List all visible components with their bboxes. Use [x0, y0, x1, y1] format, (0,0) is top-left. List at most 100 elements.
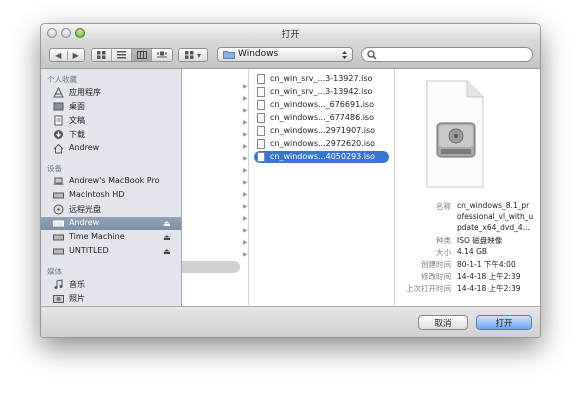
sidebar-item-untitled[interactable]: UNTITLED ⏏	[41, 245, 181, 258]
file-item[interactable]: cn_win_srv_...3-13942.iso	[254, 86, 389, 98]
iso-file-icon	[257, 126, 265, 136]
meta-key: 修改时间	[421, 272, 451, 281]
open-button[interactable]: 打开	[476, 315, 532, 330]
coverflow-view-icon	[157, 51, 167, 58]
applications-icon	[53, 87, 64, 98]
sidebar-section-devices: 设备	[47, 164, 62, 173]
meta-value: 14-4-18 上午2:39	[457, 284, 521, 293]
file-name: cn_windows...2972620.iso	[270, 139, 376, 148]
drive-icon	[53, 248, 64, 255]
sidebar-item-photos[interactable]: 照片	[41, 292, 181, 305]
sidebar-item-label: 文稿	[69, 116, 85, 125]
disk-image-preview-icon	[426, 80, 484, 188]
file-name: cn_win_srv_...3-13942.iso	[270, 87, 373, 96]
desktop-icon	[53, 102, 64, 111]
disclosure-arrow-icon: ▶	[243, 251, 248, 258]
disclosure-arrow-icon: ▶	[243, 95, 248, 102]
file-item-selected[interactable]: cn_windows...4050293.iso	[254, 151, 389, 163]
file-item[interactable]: cn_windows..._677486.iso	[254, 112, 389, 124]
list-view-icon	[117, 51, 126, 59]
eject-icon[interactable]: ⏏	[163, 233, 171, 242]
sidebar-item-macbook[interactable]: Andrew's MacBook Pro	[41, 175, 181, 188]
meta-value: 80-1-1 下午4:00	[457, 260, 516, 269]
sidebar-item-label: Macintosh HD	[69, 190, 125, 199]
cancel-button[interactable]: 取消	[418, 315, 468, 330]
sidebar-item-label: 音乐	[69, 280, 85, 289]
open-dialog: 打开 ◀ ▶ ▾ Windows 个人收藏 应用程序 桌面 文稿 下载 Andr…	[40, 23, 541, 338]
file-item[interactable]: cn_windows..._676691.iso	[254, 99, 389, 111]
sidebar-item-label: 照片	[69, 294, 85, 303]
iso-file-icon	[257, 87, 265, 97]
title-bar: 打开	[41, 24, 540, 42]
column-view-icon	[136, 51, 147, 59]
horizontal-scrollbar[interactable]	[182, 261, 240, 273]
sidebar-item-label: 下载	[69, 130, 85, 139]
sidebar-item-documents[interactable]: 文稿	[41, 114, 181, 127]
disclosure-arrow-icon: ▶	[243, 215, 248, 222]
forward-icon: ▶	[72, 50, 79, 60]
meta-key: 上次打开时间	[406, 284, 451, 293]
arrange-button[interactable]: ▾	[178, 48, 208, 62]
sidebar-item-macintosh-hd[interactable]: Macintosh HD	[41, 189, 181, 202]
sidebar-item-downloads[interactable]: 下载	[41, 128, 181, 141]
view-mode-control	[91, 48, 173, 62]
file-name: cn_windows..._677486.iso	[270, 113, 374, 122]
sidebar-item-label: Time Machine	[69, 232, 125, 241]
icon-view-button[interactable]	[92, 49, 112, 61]
back-forward-control: ◀ ▶	[49, 48, 85, 62]
sidebar-item-desktop[interactable]: 桌面	[41, 100, 181, 113]
disclosure-arrow-icon: ▶	[243, 107, 248, 114]
preview-pane: 名称 cn_windows_8.1_pr ofessional_vl_with_…	[395, 69, 540, 306]
disclosure-arrow-icon: ▶	[243, 191, 248, 198]
file-item[interactable]: cn_win_srv_...3-13927.iso	[254, 73, 389, 85]
iso-file-icon	[257, 100, 265, 110]
coverflow-view-button[interactable]	[152, 49, 172, 61]
chevron-down-icon: ▾	[196, 50, 201, 60]
file-item[interactable]: cn_windows...2971907.iso	[254, 125, 389, 137]
location-popup[interactable]: Windows	[217, 47, 353, 62]
column-view-button[interactable]	[132, 49, 152, 61]
popup-arrows-icon	[342, 51, 347, 59]
sidebar: 个人收藏 应用程序 桌面 文稿 下载 Andrew 设备 Andrew's Ma…	[41, 69, 182, 306]
disclosure-arrow-icon: ▶	[243, 155, 248, 162]
sidebar-section-favorites: 个人收藏	[47, 75, 77, 84]
browser-content: 个人收藏 应用程序 桌面 文稿 下载 Andrew 设备 Andrew's Ma…	[41, 69, 540, 306]
sidebar-item-music[interactable]: 音乐	[41, 278, 181, 291]
drive-icon	[53, 220, 64, 227]
back-button[interactable]: ◀	[50, 50, 68, 60]
list-view-button[interactable]	[112, 49, 132, 61]
eject-icon[interactable]: ⏏	[163, 219, 171, 228]
documents-icon	[54, 115, 63, 126]
hard-drive-icon	[53, 192, 64, 199]
music-icon	[54, 279, 63, 289]
file-name: cn_win_srv_...3-13927.iso	[270, 74, 373, 83]
window-title: 打开	[281, 30, 300, 40]
sidebar-item-home[interactable]: Andrew	[41, 142, 181, 155]
file-list-column: cn_win_srv_...3-13927.iso cn_win_srv_...…	[249, 69, 395, 306]
arrange-icon	[184, 51, 194, 59]
eject-icon[interactable]: ⏏	[163, 247, 171, 256]
disclosure-arrow-icon: ▶	[243, 179, 248, 186]
meta-value: 4.14 GB	[457, 247, 488, 256]
toolbar: ◀ ▶ ▾ Windows	[41, 42, 540, 69]
folder-icon	[223, 51, 235, 59]
sidebar-item-remote-disc[interactable]: 远程光盘	[41, 203, 181, 216]
sidebar-item-time-machine[interactable]: Time Machine ⏏	[41, 231, 181, 244]
sidebar-item-label: 应用程序	[69, 88, 101, 97]
meta-value: 14-4-18 上午2:39	[457, 272, 521, 281]
laptop-icon	[53, 177, 64, 185]
drive-icon	[53, 234, 64, 241]
dialog-footer: 取消 打开	[41, 306, 540, 337]
sidebar-item-label: Andrew's MacBook Pro	[69, 176, 160, 185]
meta-value: ofessional_vl_with_u	[457, 212, 534, 221]
downloads-icon	[54, 130, 63, 139]
iso-file-icon	[257, 139, 265, 149]
remote-disc-icon	[53, 204, 64, 215]
disclosure-arrow-icon: ▶	[243, 227, 248, 234]
sidebar-item-andrew-drive[interactable]: Andrew ⏏	[41, 217, 181, 230]
disclosure-arrow-icon: ▶	[243, 203, 248, 210]
forward-button[interactable]: ▶	[68, 51, 85, 60]
search-field[interactable]	[361, 47, 533, 62]
file-item[interactable]: cn_windows...2972620.iso	[254, 138, 389, 150]
sidebar-item-applications[interactable]: 应用程序	[41, 86, 181, 99]
